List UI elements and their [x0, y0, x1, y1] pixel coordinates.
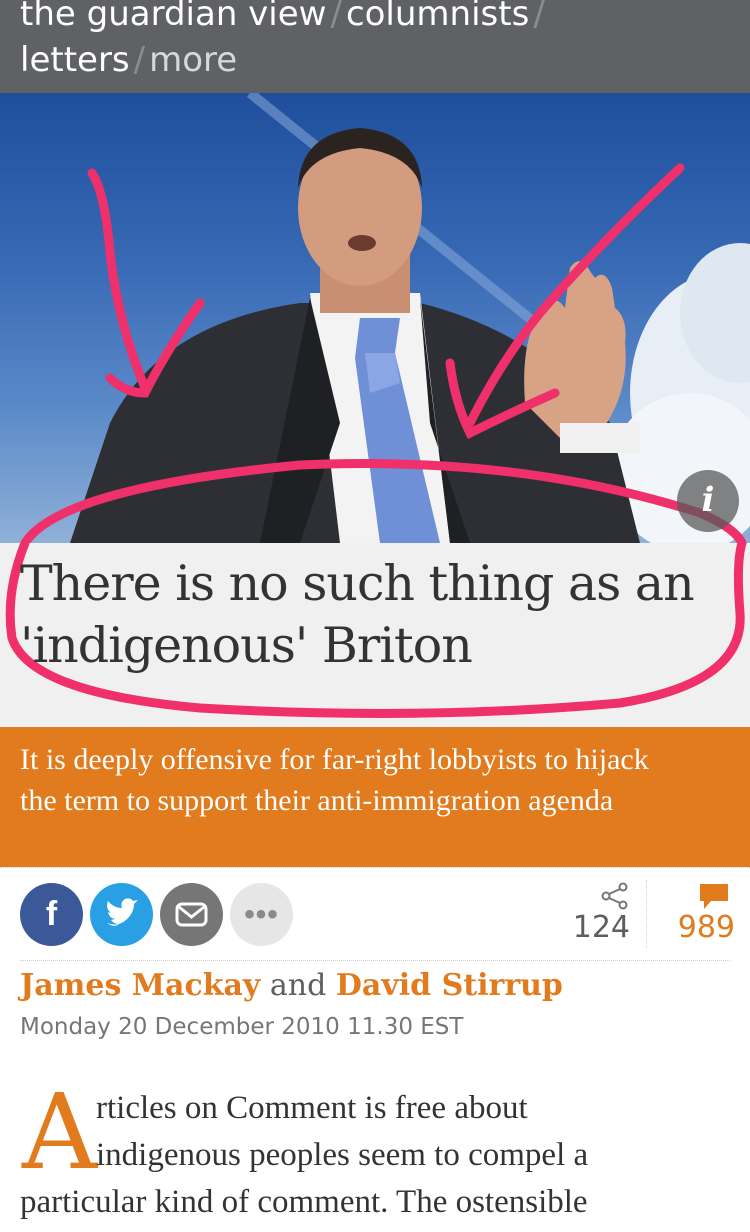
nav-link-more[interactable]: more: [149, 40, 237, 80]
share-icon: [601, 882, 628, 910]
body-text-line-2: indigenous peoples seem to compel a: [96, 1137, 589, 1173]
drop-cap: A: [22, 1071, 98, 1193]
article-headline: There is no such thing as an 'indigenous…: [20, 553, 720, 677]
headline-line-1: There is no such thing as an: [20, 555, 695, 612]
ellipsis-icon: •••: [244, 898, 279, 931]
nav-separator: /: [330, 0, 342, 34]
nav-link-the-guardian-view[interactable]: the guardian view: [20, 0, 326, 34]
standfirst-line-2: the term to support their anti-immigrati…: [20, 784, 614, 817]
email-share-button[interactable]: [160, 883, 223, 946]
headline-container: There is no such thing as an 'indigenous…: [0, 543, 750, 727]
top-navigation: the guardian view / columnists / letters / mo…: [0, 0, 750, 93]
twitter-share-button[interactable]: [90, 883, 153, 946]
share-count: 124: [572, 910, 630, 945]
nav-line-1: the guardian view / columnists /: [20, 0, 549, 34]
byline-divider: [20, 960, 730, 961]
author-link-1[interactable]: James Mackay: [20, 968, 260, 1003]
hero-image: i: [0, 93, 750, 543]
nav-link-letters[interactable]: letters: [20, 40, 130, 80]
standfirst-text: It is deeply offensive for far-right lob…: [20, 739, 730, 821]
byline: James Mackay and David Stirrup: [20, 966, 563, 1006]
publication-date: Monday 20 December 2010 11.30 EST: [20, 1014, 464, 1040]
envelope-icon: [175, 902, 208, 927]
info-icon[interactable]: i: [677, 470, 739, 532]
standfirst: It is deeply offensive for far-right lob…: [0, 727, 750, 867]
more-share-options-button[interactable]: •••: [230, 883, 293, 946]
body-text-line-3: particular kind of comment. The ostensib…: [20, 1184, 588, 1220]
nav-separator: /: [133, 40, 146, 80]
body-text-line-1: rticles on Comment is free about: [96, 1090, 528, 1126]
comment-icon: [700, 884, 728, 909]
byline-conjunction: and: [269, 968, 327, 1003]
nav-separator: /: [533, 0, 545, 34]
twitter-icon: [107, 898, 138, 926]
standfirst-line-1: It is deeply offensive for far-right lob…: [20, 743, 649, 776]
headline-line-2: 'indigenous' Briton: [20, 617, 473, 674]
hero-photo-illustration: [20, 93, 750, 543]
comment-count[interactable]: 989: [660, 910, 735, 945]
facebook-icon: f: [45, 895, 58, 933]
nav-line-2: letters / more: [20, 40, 237, 80]
nav-link-columnists[interactable]: columnists: [346, 0, 529, 34]
author-link-2[interactable]: David Stirrup: [336, 968, 563, 1003]
share-divider: [646, 880, 647, 948]
facebook-share-button[interactable]: f: [20, 883, 83, 946]
